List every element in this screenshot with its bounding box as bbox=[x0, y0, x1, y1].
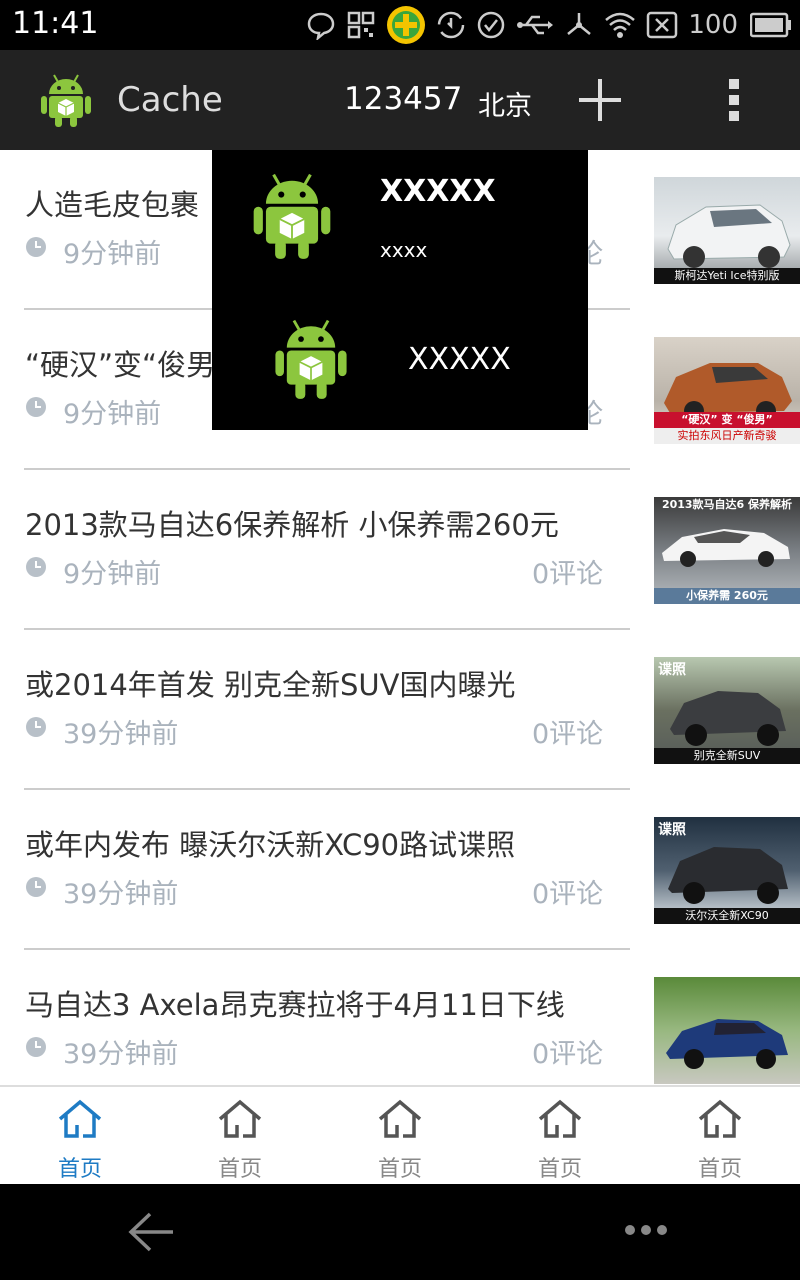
overflow-menu-icon[interactable] bbox=[722, 76, 746, 124]
thumbnail-tag: “硬汉” 变 “俊男” bbox=[654, 412, 800, 428]
news-time: 9分钟前 bbox=[63, 239, 162, 270]
android-logo-icon[interactable] bbox=[40, 72, 92, 128]
tab-home-5[interactable]: 首页 bbox=[640, 1087, 800, 1186]
thumbnail-tag: 2013款马自达6 保养解析 bbox=[661, 498, 793, 511]
car-image bbox=[666, 1019, 788, 1069]
tab-label: 首页 bbox=[697, 1157, 742, 1182]
status-bar: 11:41 100 bbox=[0, 0, 800, 50]
news-title: 2013款马自达6保养解析 小保养需260元 bbox=[25, 508, 559, 542]
clock-icon bbox=[26, 397, 46, 417]
news-comments: 0评论 bbox=[532, 559, 604, 590]
action-bar: Cache 123457 北京 bbox=[0, 50, 800, 150]
check-icon bbox=[478, 11, 505, 39]
android-app-icon bbox=[253, 173, 331, 259]
home-icon bbox=[218, 1099, 262, 1138]
news-title: 或2014年首发 别克全新SUV国内曝光 bbox=[25, 668, 516, 702]
news-comments: 0评论 bbox=[532, 879, 604, 910]
city-code[interactable]: 123457 bbox=[344, 81, 462, 117]
thumbnail-caption: 别克全新SUV bbox=[654, 748, 800, 764]
news-comments: 0评论 bbox=[532, 719, 604, 750]
thumbnail-tag: 谍照 bbox=[658, 822, 686, 838]
news-thumbnail: 斯柯达Yeti Ice特别版 bbox=[654, 177, 800, 284]
home-icon bbox=[698, 1099, 742, 1138]
back-arrow-icon[interactable] bbox=[126, 1210, 176, 1254]
news-thumbnail: 谍照 别克全新SUV bbox=[654, 657, 800, 764]
list-item[interactable]: 2013款马自达6保养解析 小保养需260元 9分钟前 0评论 2013款马自达… bbox=[0, 470, 800, 630]
clock-icon bbox=[26, 1037, 46, 1057]
popup-item-label: XXXXX bbox=[408, 342, 511, 377]
news-title: 马自达3 Axela昂克赛拉将于4月11日下线 bbox=[25, 988, 565, 1022]
news-thumbnail: 2013款马自达6 保养解析 小保养需 260元 bbox=[654, 497, 800, 604]
thumbnail-tag: 谍照 bbox=[658, 662, 686, 678]
tab-label: 首页 bbox=[377, 1157, 422, 1182]
news-thumbnail: “硬汉” 变 “俊男” 实拍东风日产新奇骏 bbox=[654, 337, 800, 444]
bottom-tab-bar: 首页 首页 首页 首页 首页 bbox=[0, 1085, 800, 1184]
home-icon bbox=[378, 1099, 422, 1138]
status-time: 11:41 bbox=[12, 6, 99, 41]
popup-menu: XXXXX xxxx XXXXX bbox=[212, 150, 588, 430]
news-time: 39分钟前 bbox=[63, 879, 179, 910]
tab-home-1[interactable]: 首页 bbox=[0, 1087, 160, 1186]
popup-menu-item-2[interactable]: XXXXX bbox=[212, 290, 588, 430]
popup-item-subtitle: xxxx bbox=[380, 238, 428, 262]
news-time: 9分钟前 bbox=[63, 399, 162, 430]
chat-bubble-icon bbox=[308, 12, 335, 40]
clock-icon bbox=[26, 717, 46, 737]
thumbnail-caption: 小保养需 260元 bbox=[654, 588, 800, 604]
news-time: 39分钟前 bbox=[63, 1039, 179, 1070]
news-time: 9分钟前 bbox=[63, 559, 162, 590]
list-item[interactable]: 或年内发布 曝沃尔沃新XC90路试谍照 39分钟前 0评论 谍照 沃尔沃全新XC… bbox=[0, 790, 800, 950]
tab-home-4[interactable]: 首页 bbox=[480, 1087, 640, 1186]
list-item[interactable]: 或2014年首发 别克全新SUV国内曝光 39分钟前 0评论 谍照 别克全新SU… bbox=[0, 630, 800, 790]
home-icon bbox=[58, 1099, 102, 1138]
app-title: Cache bbox=[117, 80, 223, 120]
city-name[interactable]: 北京 bbox=[478, 84, 532, 123]
plus-icon[interactable] bbox=[576, 76, 624, 124]
popup-menu-item-1[interactable]: XXXXX xxxx bbox=[212, 150, 588, 290]
news-thumbnail bbox=[654, 977, 800, 1084]
wifi-icon bbox=[605, 12, 636, 38]
debug-icon bbox=[567, 13, 592, 35]
sync-icon bbox=[438, 11, 465, 39]
home-icon bbox=[538, 1099, 582, 1138]
tab-label: 首页 bbox=[217, 1157, 262, 1182]
battery-icon bbox=[750, 12, 791, 38]
list-item[interactable]: 马自达3 Axela昂克赛拉将于4月11日下线 39分钟前 0评论 bbox=[0, 950, 800, 1085]
popup-item-title: XXXXX bbox=[380, 174, 496, 209]
clock-icon bbox=[26, 877, 46, 897]
usb-icon bbox=[517, 15, 554, 35]
sim-off-icon bbox=[647, 11, 678, 39]
news-thumbnail: 谍照 沃尔沃全新XC90 bbox=[654, 817, 800, 924]
thumbnail-caption: 实拍东风日产新奇骏 bbox=[654, 428, 800, 444]
clock-icon bbox=[26, 237, 46, 257]
tab-home-2[interactable]: 首页 bbox=[160, 1087, 320, 1186]
news-title: 或年内发布 曝沃尔沃新XC90路试谍照 bbox=[25, 828, 516, 862]
tab-label: 首页 bbox=[57, 1157, 102, 1182]
news-comments: 0评论 bbox=[532, 1039, 604, 1070]
status-icons: 100 bbox=[306, 5, 792, 45]
security-plus-icon bbox=[387, 6, 426, 44]
clock-icon bbox=[26, 557, 46, 577]
battery-level-text: 100 bbox=[688, 10, 738, 40]
tab-label: 首页 bbox=[537, 1157, 582, 1182]
thumbnail-caption: 沃尔沃全新XC90 bbox=[654, 908, 800, 924]
tab-home-3[interactable]: 首页 bbox=[320, 1087, 480, 1186]
news-title: 人造毛皮包裹 bbox=[25, 188, 200, 222]
system-nav-bar bbox=[0, 1184, 800, 1280]
news-title: “硬汉”变“俊男 bbox=[25, 348, 216, 382]
more-dots-icon[interactable] bbox=[622, 1222, 670, 1238]
thumbnail-caption: 斯柯达Yeti Ice特别版 bbox=[654, 268, 800, 284]
android-app-icon bbox=[275, 319, 347, 399]
news-time: 39分钟前 bbox=[63, 719, 179, 750]
qr-icon bbox=[348, 11, 375, 39]
